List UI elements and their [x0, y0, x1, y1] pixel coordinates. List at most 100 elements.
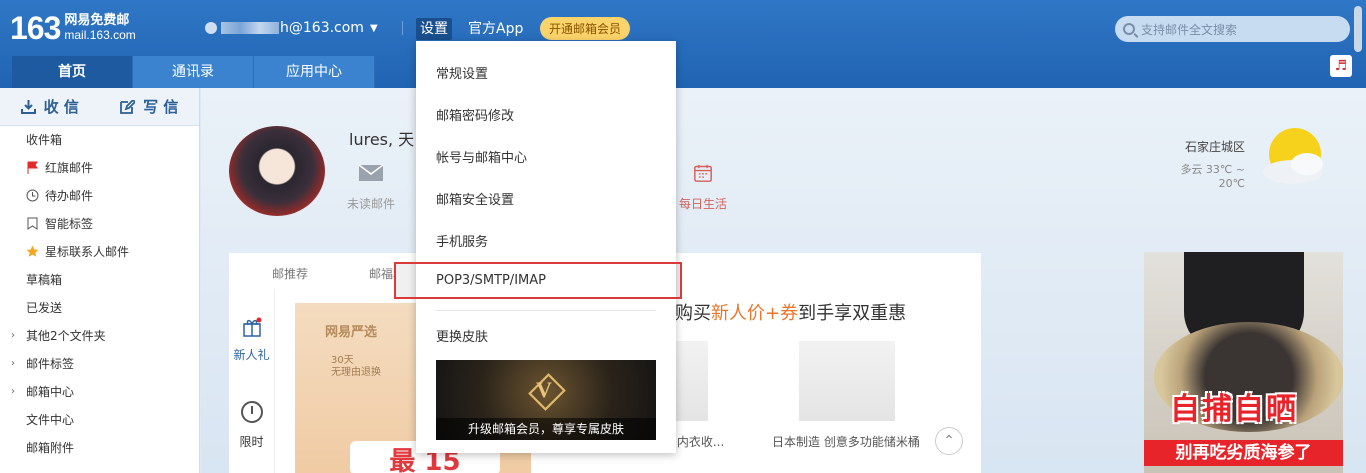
logo-domain: mail.163.com: [64, 28, 136, 42]
menu-change-skin[interactable]: 更换皮肤: [436, 326, 488, 345]
folder-label: 文件中心: [26, 413, 75, 427]
weather-city: 石家庄城区: [1184, 140, 1245, 154]
unread-label: 未读邮件: [347, 197, 396, 211]
folder-label: 已发送: [26, 301, 63, 315]
folder-sent[interactable]: 已发送: [0, 294, 199, 322]
folder-mail-center[interactable]: › 邮箱中心: [0, 378, 199, 406]
calendar-icon: [694, 164, 712, 182]
yanxuan-title: 网易严选: [325, 325, 378, 340]
tab-app-center[interactable]: 应用中心: [254, 56, 375, 88]
greeting: lures, 天: [349, 130, 415, 149]
folder-label: 智能标签: [45, 217, 94, 231]
tab-recommend[interactable]: 邮推荐: [272, 265, 308, 282]
avatar[interactable]: [229, 126, 325, 216]
settings-link[interactable]: 设置: [416, 18, 452, 40]
download-icon: [20, 99, 36, 114]
folder-todo[interactable]: 待办邮件: [0, 182, 199, 210]
logo[interactable]: 163 网易免费邮 mail.163.com: [10, 12, 136, 44]
vip-button[interactable]: 开通邮箱会员: [540, 17, 631, 40]
top-header: 163 网易免费邮 mail.163.com h@163.com ▼ 设置 官方…: [0, 0, 1366, 88]
promo-head-post: 到手享双重惠: [798, 303, 907, 324]
clock-icon: [240, 401, 263, 423]
new-gift-nav[interactable]: 新人礼 限时: [229, 289, 275, 473]
official-app-link[interactable]: 官方App: [468, 18, 523, 40]
menu-account-center[interactable]: 帐号与邮箱中心: [436, 147, 527, 166]
ad-title: 自捕自晒: [1170, 392, 1298, 427]
account-switcher[interactable]: h@163.com ▼: [205, 20, 378, 36]
folder-label: 邮件标签: [26, 357, 75, 371]
write-button[interactable]: 写 信: [100, 88, 200, 125]
music-icon[interactable]: ♬: [1330, 55, 1352, 77]
menu-password-change[interactable]: 邮箱密码修改: [436, 105, 514, 124]
main-tabs: 首页 通讯录 应用中心: [12, 56, 375, 88]
promo-head-highlight: 新人价+券: [711, 303, 799, 324]
folder-drafts[interactable]: 草稿箱: [0, 266, 199, 294]
receive-label: 收 信: [43, 98, 79, 116]
weather-cloudy-icon: [1263, 128, 1323, 184]
weather[interactable]: 石家庄城区 多云 33℃ ~ 20℃: [1153, 138, 1245, 190]
logo-number: 163: [10, 10, 61, 46]
folder-label: 待办邮件: [45, 189, 94, 203]
logo-name: 网易免费邮: [64, 13, 130, 28]
limited-label: 限时: [239, 435, 264, 449]
tab-contacts[interactable]: 通讯录: [133, 56, 254, 88]
weather-temp: 多云 33℃ ~ 20℃: [1180, 163, 1245, 190]
vip-v-icon: V: [536, 377, 552, 402]
skin-caption: 升级邮箱会员，尊享专属皮肤: [436, 418, 656, 440]
logo-text: 网易免费邮 mail.163.com: [64, 13, 136, 43]
yanxuan-badge-text: 无理由退换: [331, 367, 381, 378]
gift-icon: [242, 317, 261, 337]
vip-skin-banner[interactable]: V 升级邮箱会员，尊享专属皮肤: [436, 360, 656, 440]
folder-smart-tags[interactable]: 智能标签: [0, 210, 199, 238]
folder-attachments[interactable]: 邮箱附件: [0, 434, 199, 462]
folder-label: 其他2个文件夹: [26, 329, 106, 343]
search-box[interactable]: 支持邮件全文搜索: [1115, 16, 1350, 42]
envelope-icon: [358, 164, 384, 181]
new-gift-label: 新人礼: [233, 348, 270, 362]
folder-label: 邮箱附件: [26, 441, 75, 455]
search-input[interactable]: 支持邮件全文搜索: [1141, 21, 1237, 38]
folder-mail-tags[interactable]: › 邮件标签: [0, 350, 199, 378]
product-image[interactable]: [799, 341, 895, 421]
sidebar: 收 信 写 信 收件箱 红旗邮件 待办邮件 智能标签 星标联系人邮件 草稿箱 已…: [0, 88, 200, 473]
folder-label: 收件箱: [26, 133, 63, 147]
account-name-blurred: [221, 22, 279, 34]
clock-icon: [26, 189, 39, 202]
chevron-right-icon[interactable]: ›: [11, 378, 15, 406]
ad-banner[interactable]: 自捕自晒 别再吃劣质海参了: [1144, 252, 1343, 473]
scroll-up-button[interactable]: ⌃: [935, 427, 963, 455]
promo-headline: 购买新人价+券到手享双重惠: [675, 299, 906, 325]
product-caption[interactable]: 日本制造 创意多功能储米桶: [772, 433, 920, 450]
tab-home[interactable]: 首页: [12, 56, 133, 88]
settings-dropdown: 常规设置 邮箱密码修改 帐号与邮箱中心 邮箱安全设置 手机服务 POP3/SMT…: [416, 41, 676, 453]
folder-flagged[interactable]: 红旗邮件: [0, 154, 199, 182]
folder-file-center[interactable]: 文件中心: [0, 406, 199, 434]
folder-label: 红旗邮件: [45, 161, 94, 175]
header-separator: [402, 21, 403, 35]
home-content: lures, 天 未读邮件 每日生活 石家庄城区 多云 33℃ ~ 20℃ 邮推…: [201, 88, 1366, 473]
folder-inbox[interactable]: 收件箱: [0, 126, 199, 154]
folder-starred-contacts[interactable]: 星标联系人邮件: [0, 238, 199, 266]
unread-mail-shortcut[interactable]: 未读邮件: [347, 164, 395, 212]
ad-subtitle: 别再吃劣质海参了: [1144, 440, 1343, 466]
menu-security-settings[interactable]: 邮箱安全设置: [436, 189, 514, 208]
user-icon: [205, 22, 217, 34]
folder-label: 草稿箱: [26, 273, 63, 287]
receive-button[interactable]: 收 信: [0, 88, 100, 125]
folder-other[interactable]: › 其他2个文件夹: [0, 322, 199, 350]
flag-icon: [27, 161, 38, 174]
menu-divider: [436, 310, 656, 311]
chevron-down-icon: ▼: [369, 22, 378, 34]
folder-label: 星标联系人邮件: [45, 245, 130, 259]
write-label: 写 信: [143, 98, 179, 116]
menu-mobile-service[interactable]: 手机服务: [436, 231, 488, 250]
chevron-right-icon[interactable]: ›: [11, 322, 15, 350]
chevron-right-icon[interactable]: ›: [11, 350, 15, 378]
account-email: h@163.com: [280, 20, 364, 36]
menu-general-settings[interactable]: 常规设置: [436, 63, 488, 82]
highlight-box: [394, 262, 682, 299]
daily-life-shortcut[interactable]: 每日生活: [679, 164, 727, 212]
scrollbar[interactable]: [1354, 6, 1362, 52]
edit-icon: [120, 99, 136, 114]
folder-label: 邮箱中心: [26, 385, 75, 399]
